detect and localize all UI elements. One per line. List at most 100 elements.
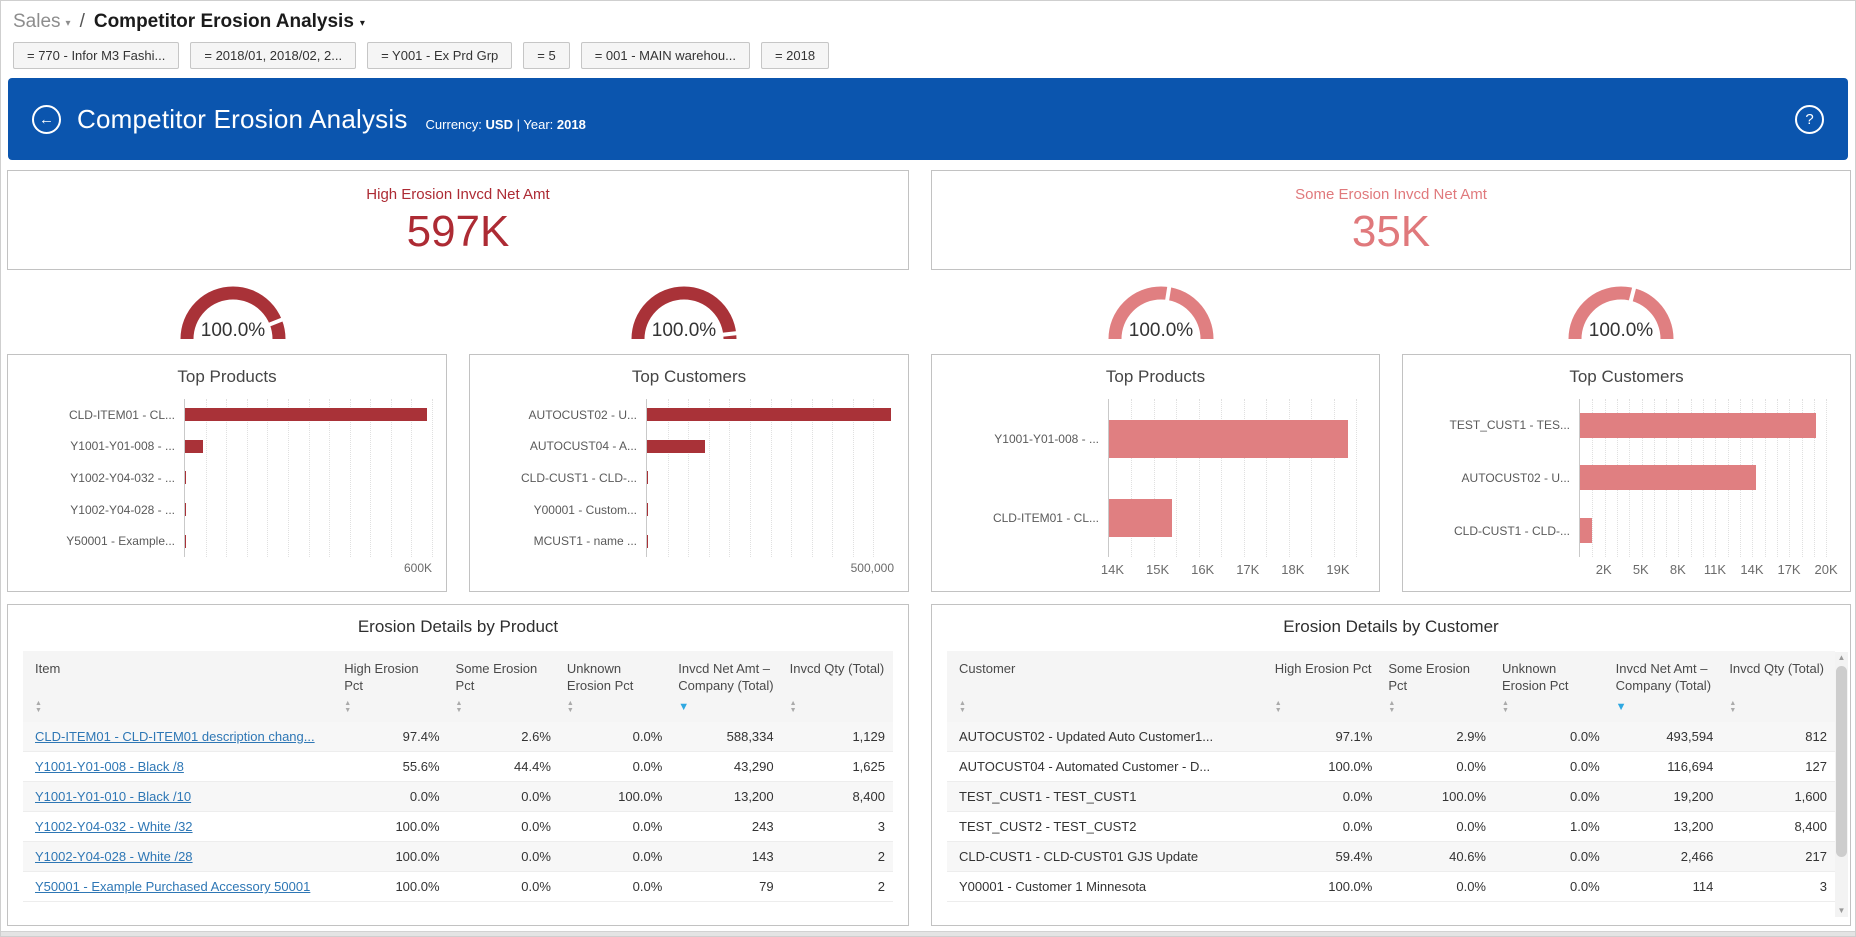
value-cell: 0.0% <box>1380 872 1494 902</box>
filter-chip[interactable]: = 2018 <box>761 42 829 69</box>
column-header-invcd-net-amt-company-total-[interactable]: Invcd Net Amt – Company (Total)▼ <box>1608 651 1722 722</box>
column-header-high-erosion-pct[interactable]: High Erosion Pct▲▼ <box>1267 651 1381 722</box>
chart-bar[interactable] <box>647 471 648 484</box>
column-header-invcd-net-amt-company-total-[interactable]: Invcd Net Amt – Company (Total)▼ <box>670 651 781 722</box>
chart-bar[interactable] <box>647 440 705 453</box>
sort-up-icon: ▲ <box>959 700 1259 707</box>
column-header-some-erosion-pct[interactable]: Some Erosion Pct▲▼ <box>1380 651 1494 722</box>
sort-icon[interactable]: ▲▼ <box>567 700 662 716</box>
chart-bar[interactable] <box>185 408 427 421</box>
column-header-unknown-erosion-pct[interactable]: Unknown Erosion Pct▲▼ <box>1494 651 1608 722</box>
gauge-arc: 100.0% <box>621 279 747 346</box>
gauge-high-customers[interactable]: 100.0% <box>458 276 909 346</box>
axis-tick-label: 15K <box>1146 562 1169 577</box>
chart-bar[interactable] <box>185 503 186 516</box>
filter-chip[interactable]: = Y001 - Ex Prd Grp <box>367 42 512 69</box>
sort-up-icon: ▲ <box>790 700 885 707</box>
back-button[interactable]: ← <box>32 105 61 134</box>
chart-bar[interactable] <box>185 440 203 453</box>
sort-icon[interactable]: ▲▼ <box>1502 700 1600 716</box>
chart-bar[interactable] <box>185 535 186 548</box>
column-header-high-erosion-pct[interactable]: High Erosion Pct▲▼ <box>336 651 447 722</box>
filter-chip[interactable]: = 770 - Infor M3 Fashi... <box>13 42 179 69</box>
column-header-label: Unknown Erosion Pct <box>567 660 662 694</box>
value-cell: 100.0% <box>336 812 447 842</box>
filter-chip[interactable]: = 001 - MAIN warehou... <box>581 42 750 69</box>
chart-category-label: Y1001-Y01-008 - ... <box>946 399 1108 478</box>
gauge-high-products[interactable]: 100.0% <box>7 276 458 346</box>
dashboard-page: Sales ▾ / Competitor Erosion Analysis ▾ … <box>0 0 1856 937</box>
chart-bar[interactable] <box>1109 499 1172 537</box>
chart-bar[interactable] <box>647 503 648 516</box>
chart-bar[interactable] <box>1580 518 1592 543</box>
chart-bar-row <box>1580 504 1836 557</box>
value-cell: 217 <box>1721 842 1835 872</box>
item-link[interactable]: Y1001-Y01-008 - Black /8 <box>35 759 184 774</box>
filter-chip[interactable]: = 5 <box>523 42 569 69</box>
chart-bar[interactable] <box>185 471 186 484</box>
breadcrumb-separator: / <box>80 11 85 33</box>
chart-bar[interactable] <box>647 408 891 421</box>
value-cell: 127 <box>1721 752 1835 782</box>
chart-bar[interactable] <box>1580 413 1816 438</box>
chart-bar[interactable] <box>1109 420 1348 458</box>
value-cell: 588,334 <box>670 722 781 752</box>
sort-icon[interactable]: ▲▼ <box>1275 700 1373 716</box>
sort-icon[interactable]: ▲▼ <box>1729 700 1827 716</box>
column-header-invcd-qty-total-[interactable]: Invcd Qty (Total)▲▼ <box>782 651 893 722</box>
item-link[interactable]: Y50001 - Example Purchased Accessory 500… <box>35 879 310 894</box>
column-header-unknown-erosion-pct[interactable]: Unknown Erosion Pct ▲▼ <box>559 651 670 722</box>
back-arrow-icon: ← <box>39 111 54 128</box>
column-header-invcd-qty-total-[interactable]: Invcd Qty (Total) ▲▼ <box>1721 651 1835 722</box>
scroll-down-icon[interactable]: ▼ <box>1835 905 1848 917</box>
gauge-some-customers[interactable]: 100.0% <box>1391 276 1851 346</box>
item-cell: Y1002-Y04-028 - White /28 <box>23 842 336 872</box>
table-scrollbar[interactable]: ▲ ▼ <box>1835 652 1848 917</box>
sort-icon[interactable]: ▲▼ <box>456 700 551 716</box>
item-cell: CLD-ITEM01 - CLD-ITEM01 description chan… <box>23 722 336 752</box>
axis-tick-label: 17K <box>1777 562 1800 577</box>
column-header-item[interactable]: Item▲▼ <box>23 651 336 722</box>
breadcrumb-page[interactable]: Competitor Erosion Analysis ▾ <box>94 11 365 33</box>
kpi-value: 597K <box>8 207 908 257</box>
item-link[interactable]: CLD-ITEM01 - CLD-ITEM01 description chan… <box>35 729 315 744</box>
item-link[interactable]: Y1002-Y04-028 - White /28 <box>35 849 193 864</box>
sort-icon[interactable]: ▲▼ <box>1388 700 1486 716</box>
dashboard-content: High Erosion Invcd Net Amt 597K 100.0% 1… <box>1 160 1855 926</box>
chart-title: Top Customers <box>484 367 894 387</box>
kpi-label: Some Erosion Invcd Net Amt <box>932 186 1850 203</box>
chart-axis: 2K5K8K11K14K17K20K <box>1579 557 1836 579</box>
sort-icon[interactable]: ▲▼ <box>35 700 328 716</box>
chart-category-label: CLD-ITEM01 - CL... <box>22 399 184 431</box>
scrollbar-thumb[interactable] <box>1836 666 1847 857</box>
chart-bar[interactable] <box>1580 465 1756 490</box>
item-link[interactable]: Y1001-Y01-010 - Black /10 <box>35 789 191 804</box>
column-header-label: Invcd Qty (Total) <box>1729 660 1827 694</box>
sort-icon[interactable]: ▲▼ <box>344 700 439 716</box>
currency-value: USD <box>486 117 513 132</box>
data-table: Item▲▼High Erosion Pct▲▼Some Erosion Pct… <box>23 651 893 902</box>
sort-icon[interactable]: ▲▼ <box>959 700 1259 716</box>
chart-category-label: AUTOCUST02 - U... <box>1417 452 1579 505</box>
item-link[interactable]: Y1002-Y04-032 - White /32 <box>35 819 193 834</box>
sort-desc-active-icon[interactable]: ▼ <box>678 700 773 716</box>
column-header-some-erosion-pct[interactable]: Some Erosion Pct▲▼ <box>448 651 559 722</box>
chart-category-label: Y1002-Y04-032 - ... <box>22 462 184 494</box>
filter-chip[interactable]: = 2018/01, 2018/02, 2... <box>190 42 356 69</box>
chart-category-label: Y1002-Y04-028 - ... <box>22 494 184 526</box>
column-header-customer[interactable]: Customer▲▼ <box>947 651 1267 722</box>
help-button[interactable]: ? <box>1795 105 1824 134</box>
sort-desc-active-icon[interactable]: ▼ <box>1616 700 1714 716</box>
axis-tick-label: 5K <box>1633 562 1649 577</box>
chart-bar[interactable] <box>647 535 648 548</box>
sort-up-icon: ▲ <box>567 700 662 707</box>
value-cell: 59.4% <box>1267 842 1381 872</box>
scroll-up-icon[interactable]: ▲ <box>1835 652 1848 664</box>
breadcrumb-section-label: Sales <box>13 11 61 33</box>
sort-icon[interactable]: ▲▼ <box>790 700 885 716</box>
axis-tick-label: 16K <box>1191 562 1214 577</box>
chart-category-label: CLD-ITEM01 - CL... <box>946 478 1108 557</box>
breadcrumb-section[interactable]: Sales ▾ <box>13 11 71 33</box>
customer-name-cell: AUTOCUST02 - Updated Auto Customer1... <box>947 722 1267 752</box>
gauge-some-products[interactable]: 100.0% <box>931 276 1391 346</box>
